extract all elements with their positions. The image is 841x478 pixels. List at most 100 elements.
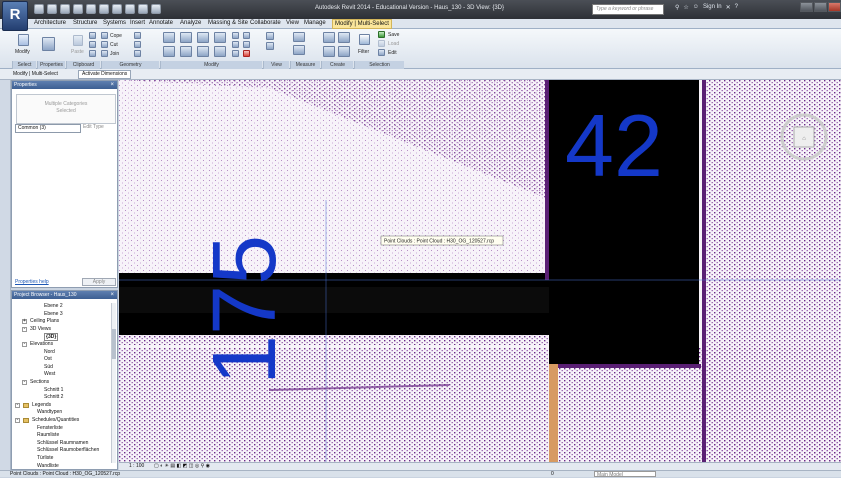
apply-button[interactable]: Apply — [82, 278, 116, 286]
move-icon[interactable] — [163, 46, 175, 57]
active-model-select[interactable]: Main Model — [594, 471, 656, 478]
exchange-icon[interactable]: ✕ — [726, 4, 731, 11]
create-group-icon[interactable] — [338, 32, 350, 43]
offset-icon[interactable] — [180, 32, 192, 43]
category-filter-select[interactable]: Common (3) — [15, 124, 81, 133]
activate-dimensions-button[interactable]: Activate Dimensions — [78, 70, 132, 79]
sign-in-link[interactable]: Sign In — [703, 4, 722, 11]
maximize-button[interactable] — [814, 2, 827, 12]
tree-item[interactable]: Ebene 3 — [12, 311, 107, 318]
copy-element-icon[interactable] — [180, 46, 192, 57]
3d-viewport[interactable]: 42 175 Point Clouds : Point Cloud : H30_… — [119, 80, 841, 462]
open-icon[interactable] — [34, 4, 44, 14]
redo-icon[interactable] — [73, 4, 83, 14]
scrollbar-thumb[interactable] — [112, 329, 116, 359]
tab-view[interactable]: View — [286, 20, 299, 26]
match-icon[interactable] — [89, 50, 96, 57]
close-icon[interactable]: × — [110, 291, 114, 299]
tree-item[interactable]: - Legends — [12, 402, 107, 409]
collapse-icon[interactable]: - — [22, 326, 27, 332]
tree-item[interactable]: Schlüssel Raumnamen — [12, 440, 107, 447]
mirror-axis-icon[interactable] — [197, 32, 209, 43]
collapse-icon[interactable]: - — [22, 380, 27, 385]
tab-massing-site[interactable]: Massing & Site — [208, 20, 248, 26]
tree-item[interactable]: - Sections — [12, 379, 107, 386]
measure-icon[interactable] — [293, 32, 305, 42]
tab-modify-multi-select[interactable]: Modify | Multi-Select — [332, 19, 392, 29]
view-scale[interactable]: 1 : 100 — [129, 463, 144, 469]
unpin-icon[interactable] — [243, 41, 250, 48]
tree-item[interactable]: - Elevations — [12, 341, 107, 348]
text-icon[interactable] — [112, 4, 122, 14]
properties-help-link[interactable]: Properties help — [15, 279, 49, 285]
tab-structure[interactable]: Structure — [73, 20, 97, 26]
edit-selection-button[interactable]: Edit — [388, 50, 397, 56]
tab-systems[interactable]: Systems — [103, 20, 126, 26]
tree-item[interactable]: -3D Views — [12, 326, 107, 333]
tree-item[interactable]: Wandtypen — [12, 409, 107, 416]
dimension-icon[interactable] — [293, 45, 305, 55]
tree-item[interactable]: Türliste — [12, 455, 107, 462]
copy-icon[interactable] — [89, 41, 96, 48]
tree-item[interactable]: Wandliste — [12, 463, 107, 469]
collapse-icon[interactable]: - — [15, 402, 20, 408]
tree-item[interactable]: Schnitt 1 — [12, 387, 107, 394]
cope-icon[interactable] — [101, 32, 108, 39]
tree-item[interactable]: Süd — [12, 364, 107, 371]
user-icon[interactable]: ☺ — [693, 4, 699, 11]
tree-item[interactable]: West — [12, 371, 107, 378]
close-icon[interactable]: × — [110, 81, 114, 89]
modify-button[interactable]: Modify — [13, 31, 33, 59]
collapse-icon[interactable]: - — [15, 418, 20, 423]
star-icon[interactable]: ☆ — [683, 4, 688, 11]
measure-icon[interactable] — [99, 4, 109, 14]
undo-icon[interactable] — [60, 4, 70, 14]
collapse-icon[interactable]: - — [22, 342, 27, 347]
expand-icon[interactable]: + — [22, 319, 27, 325]
tree-item[interactable]: - Schedules/Quantities — [12, 417, 107, 424]
type-selector[interactable]: Multiple Categories Selected — [16, 94, 116, 124]
hide-icon[interactable] — [266, 32, 274, 40]
binoculars-icon[interactable]: ⚲ — [675, 4, 679, 11]
scale-icon[interactable] — [232, 50, 239, 57]
create-parts-icon[interactable] — [323, 32, 335, 43]
tree-item[interactable]: Nord — [12, 349, 107, 356]
delete-icon[interactable] — [243, 50, 250, 57]
wall-joins-icon[interactable] — [134, 32, 141, 39]
tree-item[interactable]: + Ceiling Plans — [12, 318, 107, 325]
save-selection-button[interactable]: Save — [388, 32, 399, 38]
minimize-button[interactable] — [800, 2, 813, 12]
edit-selection-icon[interactable] — [378, 49, 385, 56]
application-menu-button[interactable]: R — [2, 1, 28, 31]
close-button[interactable] — [828, 2, 841, 12]
filter-button[interactable]: Filter — [356, 31, 372, 59]
tab-manage[interactable]: Manage — [304, 20, 326, 26]
demolish-icon[interactable] — [134, 41, 141, 48]
tab-insert[interactable]: Insert — [130, 20, 145, 26]
join-icon[interactable] — [101, 50, 108, 57]
cut-button[interactable]: Cut — [110, 42, 118, 48]
tab-collaborate[interactable]: Collaborate — [250, 20, 281, 26]
tab-analyze[interactable]: Analyze — [180, 20, 201, 26]
properties-button[interactable] — [38, 32, 58, 57]
split-icon[interactable] — [232, 32, 239, 39]
section-icon[interactable] — [138, 4, 148, 14]
cut-icon[interactable] — [89, 32, 96, 39]
save-selection-icon[interactable] — [378, 31, 385, 38]
array-icon[interactable] — [232, 41, 239, 48]
pin-icon[interactable] — [243, 32, 250, 39]
tab-architecture[interactable]: Architecture — [34, 20, 66, 26]
tree-item[interactable]: Raumliste — [12, 432, 107, 439]
create-similar-icon[interactable] — [338, 46, 350, 57]
create-assembly-icon[interactable] — [323, 46, 335, 57]
view-control-icons[interactable]: ▢ ◐ ☀ ▤ ◧ ◩ ◫ ◎ ⚲ ◉ — [154, 463, 210, 469]
rotate-icon[interactable] — [197, 46, 209, 57]
trim-icon[interactable] — [214, 46, 226, 57]
tab-annotate[interactable]: Annotate — [149, 20, 173, 26]
load-selection-icon[interactable] — [378, 40, 385, 47]
load-selection-button[interactable]: Load — [388, 41, 399, 47]
override-graphics-icon[interactable] — [266, 42, 274, 50]
tree-item[interactable]: Schlüssel Raumoberflächen — [12, 447, 107, 454]
tree-item[interactable]: Schnitt 2 — [12, 394, 107, 401]
edit-type-button[interactable]: Edit Type — [83, 124, 104, 130]
